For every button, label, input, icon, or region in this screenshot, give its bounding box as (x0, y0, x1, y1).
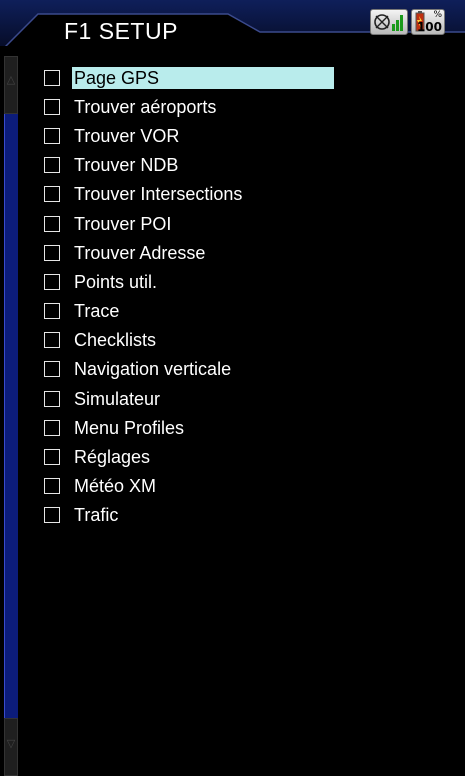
menu-item-label: Points util. (74, 271, 158, 292)
menu-item-label: Trouver NDB (74, 155, 179, 176)
menu-item-meteo-xm[interactable]: Météo XM (44, 472, 334, 501)
menu-item-label: Réglages (74, 447, 151, 468)
menu-item-trafic[interactable]: Trafic (44, 501, 334, 530)
menu-item-label: Trouver aéroports (74, 96, 217, 117)
menu-item-label: Trouver POI (74, 213, 172, 234)
setup-menu-list: Page GPS Trouver aéroports Trouver VOR T… (44, 63, 334, 530)
checkbox[interactable] (44, 449, 60, 466)
checkbox[interactable] (44, 390, 60, 407)
f1-setup-screen: F1 SETUP % 100 △ ▽ Page GPS Trouver aéro… (0, 0, 465, 776)
checkbox[interactable] (44, 419, 60, 436)
battery-level: 100 (416, 20, 442, 34)
menu-item-menu-profiles[interactable]: Menu Profiles (44, 413, 334, 442)
menu-item-label: Checklists (74, 330, 157, 351)
checkbox[interactable] (44, 157, 60, 174)
menu-item-label: Trace (74, 301, 120, 322)
checkbox[interactable] (44, 361, 60, 378)
menu-item-label: Trafic (74, 505, 119, 526)
battery-status: % 100 (411, 9, 445, 35)
menu-item-checklists[interactable]: Checklists (44, 326, 334, 355)
checkbox[interactable] (44, 244, 60, 261)
checkbox[interactable] (44, 478, 60, 495)
scroll-up-arrow-icon[interactable]: △ (4, 56, 18, 114)
menu-item-label: Météo XM (74, 476, 157, 497)
menu-item-label: Menu Profiles (74, 417, 185, 438)
gps-signal-status (370, 9, 408, 35)
scroll-thumb[interactable] (4, 114, 18, 756)
menu-item-navigation-verticale[interactable]: Navigation verticale (44, 355, 334, 384)
status-icons: % 100 (370, 9, 445, 35)
menu-item-label: Navigation verticale (74, 359, 232, 380)
menu-item-trouver-adresse[interactable]: Trouver Adresse (44, 238, 334, 267)
checkbox[interactable] (44, 507, 60, 524)
menu-item-reglages[interactable]: Réglages (44, 442, 334, 471)
menu-item-label: Simulateur (74, 388, 161, 409)
checkbox[interactable] (44, 303, 60, 320)
menu-item-points-util[interactable]: Points util. (44, 267, 334, 296)
menu-item-simulateur[interactable]: Simulateur (44, 384, 334, 413)
menu-item-label: Trouver Adresse (74, 242, 206, 263)
checkbox[interactable] (44, 127, 60, 144)
checkbox[interactable] (44, 69, 60, 86)
battery-percent-sign: % (433, 10, 442, 20)
menu-item-page-gps[interactable]: Page GPS (44, 63, 334, 92)
menu-item-trouver-intersections[interactable]: Trouver Intersections (44, 180, 334, 209)
menu-item-trace[interactable]: Trace (44, 297, 334, 326)
page-title: F1 SETUP (64, 18, 178, 44)
checkbox[interactable] (44, 186, 60, 203)
gps-satellite-icon (374, 14, 403, 31)
menu-item-trouver-ndb[interactable]: Trouver NDB (44, 151, 334, 180)
checkbox[interactable] (44, 332, 60, 349)
vertical-scrollbar[interactable]: △ ▽ (4, 56, 18, 776)
menu-item-label: Trouver VOR (74, 125, 180, 146)
menu-item-label: Trouver Intersections (74, 184, 243, 205)
menu-item-trouver-poi[interactable]: Trouver POI (44, 209, 334, 238)
menu-item-label: Page GPS (72, 66, 334, 89)
menu-item-trouver-vor[interactable]: Trouver VOR (44, 121, 334, 150)
checkbox[interactable] (44, 98, 60, 115)
checkbox[interactable] (44, 215, 60, 232)
menu-item-trouver-aeroports[interactable]: Trouver aéroports (44, 92, 334, 121)
scroll-down-arrow-icon[interactable]: ▽ (4, 718, 18, 776)
header-bar: F1 SETUP % 100 (0, 0, 465, 46)
checkbox[interactable] (44, 273, 60, 290)
